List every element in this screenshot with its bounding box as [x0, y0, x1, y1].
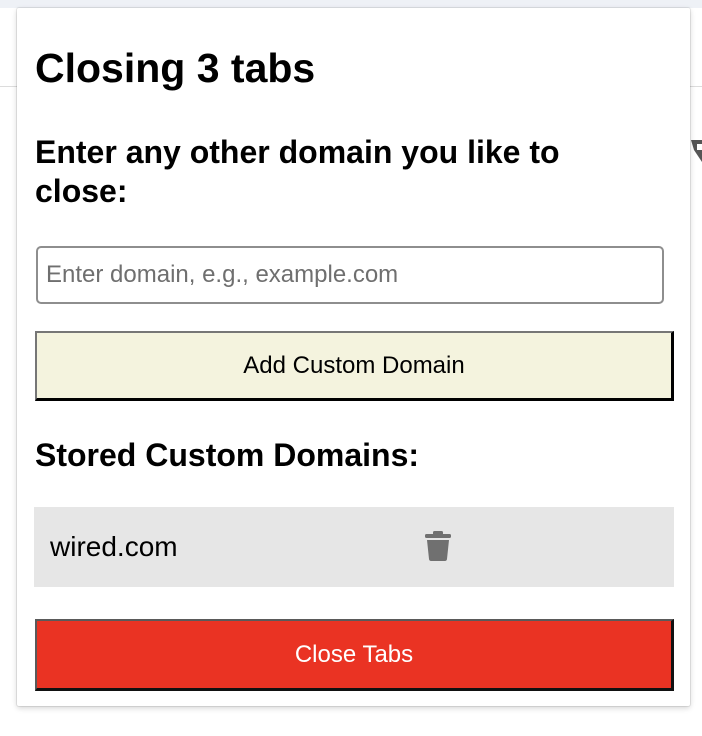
partially-hidden-extension-icon — [688, 136, 702, 168]
domain-instructions: Enter any other domain you like to close… — [35, 134, 560, 209]
popup-title: Closing 3 tabs — [35, 45, 316, 91]
extension-popup: Closing 3 tabs Enter any other domain yo… — [17, 8, 690, 706]
stored-domain-item: wired.com — [34, 507, 674, 587]
stored-domain-name: wired.com — [50, 531, 178, 562]
trash-icon[interactable] — [424, 530, 452, 562]
stored-domains-heading: Stored Custom Domains: — [35, 437, 420, 473]
domain-input[interactable] — [36, 246, 664, 304]
close-tabs-button[interactable]: Close Tabs — [35, 619, 674, 691]
browser-toolbar-strip — [0, 0, 702, 8]
add-custom-domain-button[interactable]: Add Custom Domain — [35, 331, 674, 401]
